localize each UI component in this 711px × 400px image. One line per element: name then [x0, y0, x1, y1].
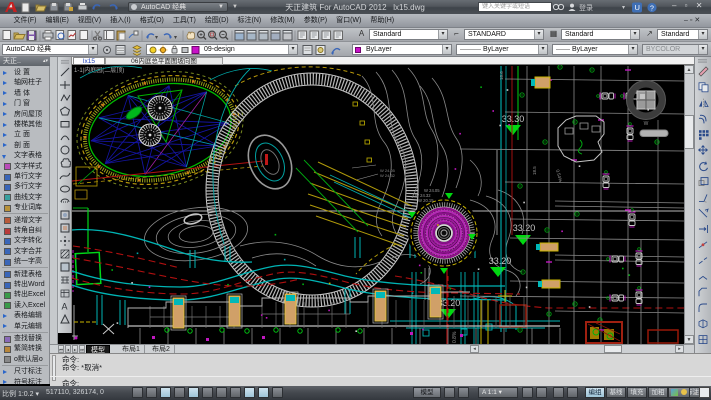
svg-text:▾: ▾ [155, 35, 158, 41]
svg-text:W: W [644, 121, 649, 127]
svg-text:A: A [62, 302, 68, 312]
svg-text:U: U [635, 3, 640, 12]
svg-text:18.5: 18.5 [532, 166, 537, 175]
svg-text:33.20: 33.20 [513, 223, 536, 233]
svg-text:登录: 登录 [579, 3, 593, 12]
svg-text:0.8%: 0.8% [452, 331, 458, 343]
svg-text:▾: ▾ [174, 35, 177, 41]
svg-text:▾: ▾ [622, 5, 625, 11]
svg-text:33.20: 33.20 [489, 256, 512, 266]
svg-text:W 20.15: W 20.15 [418, 198, 434, 203]
svg-text:18.6: 18.6 [499, 71, 504, 80]
svg-text:W 24.32: W 24.32 [380, 173, 396, 178]
svg-text:?: ? [650, 5, 654, 12]
svg-text:33.30: 33.30 [502, 114, 525, 124]
svg-text:1-1|内庭园(二层顶): 1-1|内庭园(二层顶) [74, 66, 124, 74]
